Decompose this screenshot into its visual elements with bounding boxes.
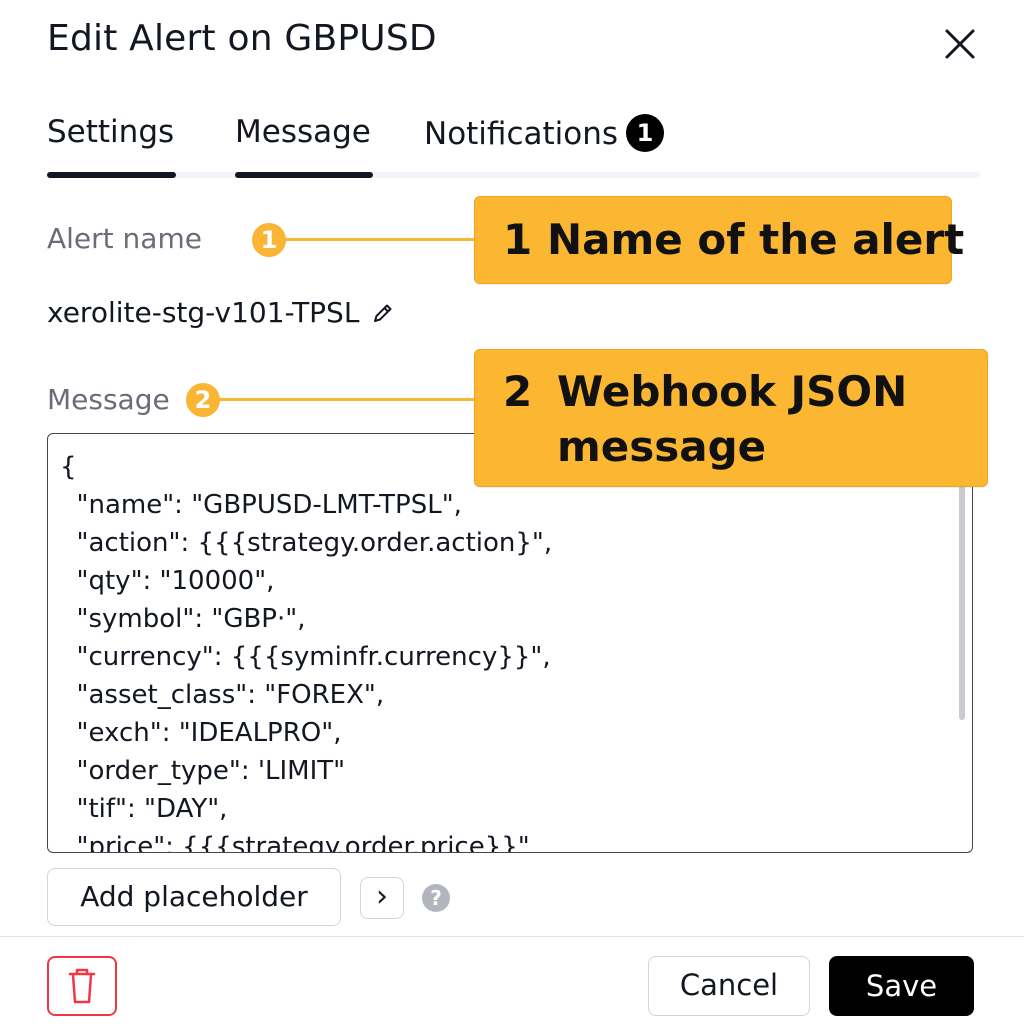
tab-settings[interactable]: Settings bbox=[47, 114, 174, 150]
alert-name-label: Alert name bbox=[47, 222, 202, 255]
edit-alert-dialog: Edit Alert on GBPUSD Settings Message No… bbox=[0, 0, 1024, 1024]
notifications-count-badge: 1 bbox=[626, 114, 665, 152]
message-line: "exch": "IDEALPRO", bbox=[60, 718, 342, 748]
step-marker-2: 2 bbox=[186, 383, 220, 417]
tab-notifications-label: Notifications bbox=[424, 116, 619, 152]
message-line: "currency": {{{syminfr.currency}}", bbox=[60, 642, 551, 672]
delete-alert-button[interactable] bbox=[47, 956, 117, 1016]
message-line: "action": {{{strategy.order.action}", bbox=[60, 528, 553, 558]
trash-icon bbox=[68, 968, 96, 1004]
message-label: Message bbox=[47, 383, 170, 416]
callout-alert-name: 1 Name of the alert bbox=[474, 196, 964, 284]
message-line: "tif": "DAY", bbox=[60, 794, 228, 824]
callout-connector-1 bbox=[284, 238, 476, 241]
message-textarea[interactable]: { "name": "GBPUSD-LMT-TPSL", "action": {… bbox=[47, 433, 973, 853]
tab-message[interactable]: Message bbox=[235, 114, 371, 150]
callout-number-2: 2 bbox=[503, 367, 533, 416]
message-line: "asset_class": "FOREX", bbox=[60, 680, 385, 710]
edit-name-button[interactable] bbox=[371, 299, 395, 323]
close-button[interactable] bbox=[940, 24, 980, 64]
callout-webhook-message: 2 Webhook JSON message bbox=[474, 349, 988, 487]
message-line: "symbol": "GBP·", bbox=[60, 604, 306, 634]
step-marker-1: 1 bbox=[252, 223, 286, 257]
chevron-right-icon: › bbox=[376, 879, 388, 914]
message-line: "price": {{{strategy.order.price}}" bbox=[60, 832, 530, 853]
alert-name-field: xerolite-stg-v101-TPSL bbox=[47, 296, 395, 329]
alert-name-value: xerolite-stg-v101-TPSL bbox=[47, 296, 360, 329]
message-line: "qty": "10000", bbox=[60, 566, 275, 596]
message-line: "name": "GBPUSD-LMT-TPSL", bbox=[60, 490, 462, 520]
cancel-button[interactable]: Cancel bbox=[648, 956, 810, 1016]
add-placeholder-button[interactable]: Add placeholder bbox=[47, 868, 341, 926]
textarea-scrollbar[interactable] bbox=[959, 484, 965, 720]
tab-message-underline bbox=[235, 172, 373, 178]
callout-text-1: Name of the alert bbox=[547, 215, 965, 264]
pencil-icon bbox=[374, 304, 392, 322]
callout-connector-2 bbox=[218, 398, 476, 401]
callout-text-2a: Webhook JSON bbox=[557, 367, 908, 416]
tabs-track bbox=[47, 172, 980, 178]
tab-notifications[interactable]: Notifications 1 bbox=[424, 114, 665, 152]
help-icon[interactable]: ? bbox=[422, 884, 450, 912]
message-line: "order_type": 'LIMIT" bbox=[60, 756, 346, 786]
close-icon bbox=[945, 29, 975, 59]
dialog-title: Edit Alert on GBPUSD bbox=[47, 18, 437, 59]
save-button[interactable]: Save bbox=[829, 956, 974, 1016]
more-placeholders-button[interactable]: › bbox=[360, 877, 404, 919]
callout-number-1: 1 bbox=[503, 215, 533, 264]
message-line: { bbox=[60, 452, 77, 482]
tab-settings-underline bbox=[47, 172, 176, 178]
callout-text-2b: message bbox=[557, 422, 767, 471]
footer-divider bbox=[0, 936, 1024, 937]
message-json: { "name": "GBPUSD-LMT-TPSL", "action": {… bbox=[60, 448, 553, 853]
